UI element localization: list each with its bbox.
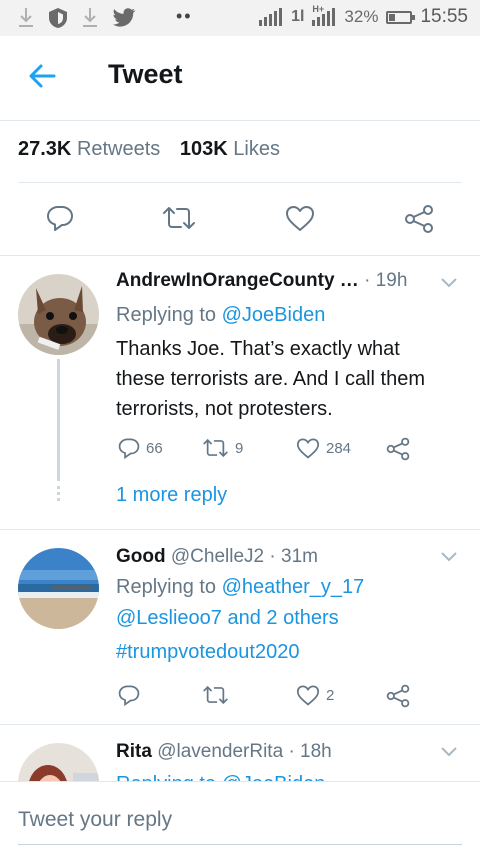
download-icon: [18, 7, 34, 29]
hashtag-link[interactable]: #trumpvotedout2020: [116, 637, 299, 668]
mention-link[interactable]: @Leslieoo7: [116, 607, 222, 629]
mention-link[interactable]: Replying to @JoeBiden: [116, 773, 325, 781]
likes-count: 103K: [179, 138, 228, 160]
avatar[interactable]: [18, 743, 99, 781]
likes-label: Likes: [233, 138, 280, 160]
retweet-button[interactable]: [202, 684, 229, 706]
clock: 15:55: [420, 6, 468, 27]
replying-to: Replying to @JoeBiden: [116, 300, 325, 331]
page-title: Tweet: [108, 59, 183, 89]
more-notifications-indicator: ••: [176, 6, 193, 26]
retweet-button[interactable]: 9: [202, 437, 243, 459]
reply-tweet[interactable]: Good @ChelleJ2 · 31m Replying to @heathe…: [0, 530, 480, 724]
like-count: 284: [326, 439, 352, 457]
retweet-icon[interactable]: [162, 204, 196, 237]
shield-icon: [48, 7, 68, 29]
display-name[interactable]: Good: [116, 546, 166, 567]
retweets-count: 27.3K: [18, 138, 72, 160]
tweet-stats: 27.3K Retweets 103K Likes: [18, 138, 294, 161]
others-link[interactable]: and 2 others: [222, 607, 338, 629]
battery-percent: 32%: [344, 7, 379, 26]
share-icon: [386, 437, 410, 461]
mention-link[interactable]: @JoeBiden: [222, 304, 326, 326]
reply-tweet[interactable]: AndrewInOrangeCounty … · 19h Replying to…: [0, 256, 480, 529]
retweets-stat[interactable]: 27.3K Retweets: [18, 138, 174, 160]
reply-header: Rita @lavenderRita · 18h: [116, 741, 332, 763]
battery-level: [389, 13, 396, 21]
reply-composer[interactable]: Tweet your reply: [0, 781, 480, 855]
timestamp: · 31m: [269, 546, 318, 567]
signal-icon: [259, 8, 283, 26]
notification-icons: [18, 7, 136, 29]
tweet-text-line: terrorists, not protesters.: [116, 398, 333, 420]
tweet-text-line: these terrorists are. And I call them: [116, 368, 426, 390]
signal-icon: H+: [312, 4, 336, 26]
like-icon: [296, 685, 320, 706]
share-button[interactable]: [386, 437, 410, 461]
share-button[interactable]: [386, 684, 410, 708]
user-handle[interactable]: @lavenderRita: [157, 741, 283, 762]
reply-count: 66: [146, 439, 163, 457]
reply-button[interactable]: 66: [118, 437, 163, 459]
replying-label: Replying to: [116, 304, 222, 326]
replying-label: Replying to: [116, 576, 222, 598]
retweet-count: 9: [235, 439, 244, 457]
reply-icon[interactable]: [46, 204, 74, 237]
retweet-icon: [203, 438, 228, 458]
display-name[interactable]: AndrewInOrangeCounty …: [116, 270, 359, 291]
replying-to: Replying to @heather_y_17: [116, 572, 364, 603]
reply-button[interactable]: [118, 684, 140, 706]
avatar[interactable]: [18, 548, 99, 629]
like-button[interactable]: 2: [296, 684, 334, 706]
divider: [18, 182, 462, 183]
share-icon[interactable]: [404, 204, 434, 239]
input-underline: [18, 844, 462, 845]
reply-input[interactable]: Tweet your reply: [18, 808, 172, 832]
reply-tweet[interactable]: Rita @lavenderRita · 18h Replying to @Jo…: [0, 725, 480, 781]
share-icon: [386, 684, 410, 708]
reply-icon: [118, 438, 140, 459]
network-label: 1l: [291, 8, 305, 25]
network-type-label: H+: [312, 4, 325, 14]
like-icon[interactable]: [285, 204, 315, 237]
system-indicators: 1l H+ 32% 15:55: [259, 4, 468, 28]
more-replies-link[interactable]: 1 more reply: [116, 480, 227, 511]
reply-header: Good @ChelleJ2 · 31m: [116, 546, 318, 568]
reply-header: AndrewInOrangeCounty … · 19h: [116, 270, 407, 292]
retweets-label: Retweets: [76, 138, 161, 160]
battery-icon: [386, 10, 416, 24]
reply-icon: [118, 685, 140, 706]
avatar[interactable]: [18, 274, 99, 355]
chevron-down-icon[interactable]: [440, 745, 458, 763]
mention-link[interactable]: @heather_y_17: [222, 576, 365, 598]
twitter-bird-icon: [112, 8, 136, 28]
tweet-actions: [0, 200, 480, 240]
back-arrow-icon[interactable]: [26, 60, 58, 92]
tweet-text-line: Thanks Joe. That’s exactly what: [116, 338, 400, 360]
like-button[interactable]: 284: [296, 437, 351, 459]
thread-line: [57, 359, 60, 481]
retweet-icon: [203, 685, 228, 705]
replying-to-more: @Leslieoo7 and 2 others: [116, 603, 339, 634]
display-name[interactable]: Rita: [116, 741, 152, 762]
replying-to: Replying to @JoeBiden: [116, 769, 325, 781]
timestamp: · 18h: [288, 741, 332, 762]
chevron-down-icon[interactable]: [440, 550, 458, 568]
download-icon: [82, 7, 98, 29]
like-count: 2: [326, 686, 335, 704]
status-bar: •• 1l H+ 32% 15:55: [0, 0, 480, 36]
chevron-down-icon[interactable]: [440, 276, 458, 294]
likes-stat[interactable]: 103K Likes: [180, 138, 294, 160]
user-handle[interactable]: @ChelleJ2: [171, 546, 264, 567]
like-icon: [296, 438, 320, 459]
timestamp: · 19h: [364, 270, 408, 291]
thread-dots: [57, 486, 60, 504]
top-app-bar: Tweet: [0, 36, 480, 121]
